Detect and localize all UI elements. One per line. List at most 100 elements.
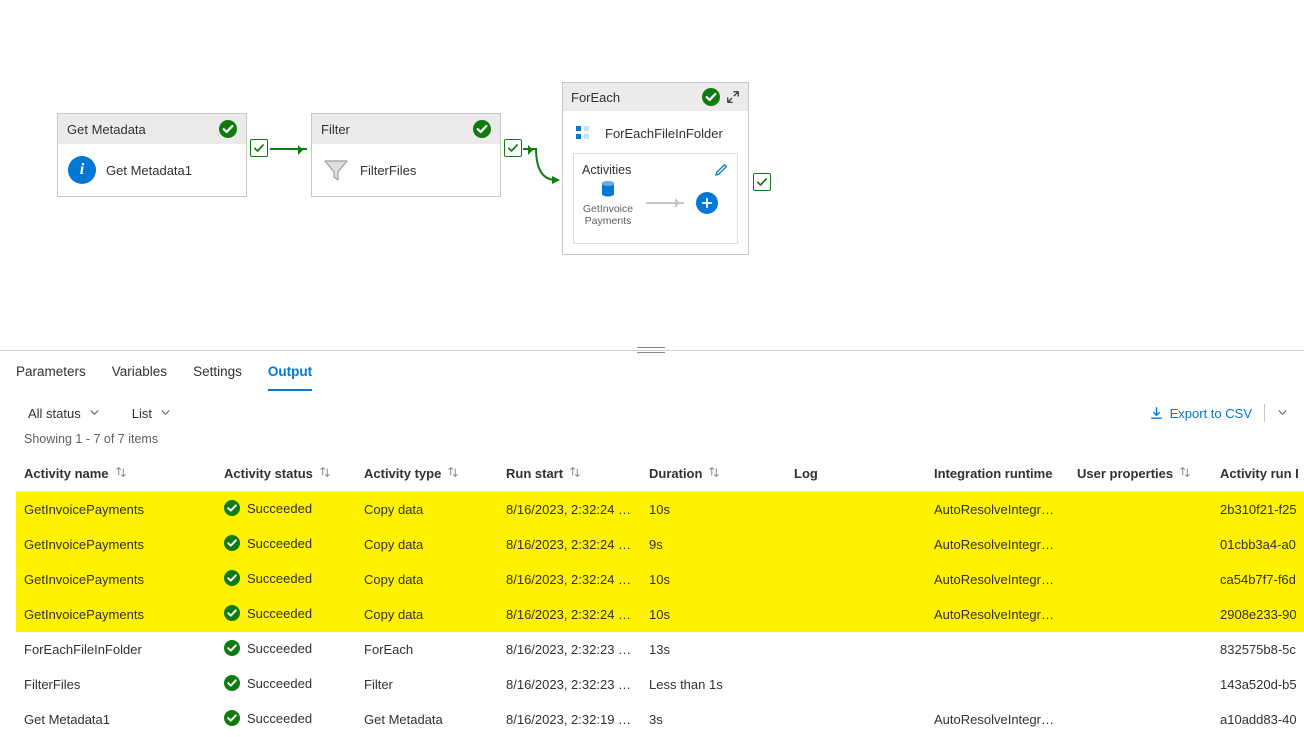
cell-activity-status: Succeeded <box>216 667 356 702</box>
success-icon <box>219 120 237 138</box>
tab-settings[interactable]: Settings <box>193 364 242 391</box>
export-csv-button[interactable]: Export to CSV <box>1149 406 1252 421</box>
activities-section-label: Activities <box>582 163 631 177</box>
column-activity-type[interactable]: Activity type <box>356 456 498 492</box>
cell-integration-runtime: AutoResolveIntegration <box>926 492 1069 528</box>
success-icon <box>224 675 240 691</box>
view-mode-label: List <box>132 406 152 421</box>
download-icon <box>1149 406 1164 421</box>
table-row[interactable]: GetInvoicePaymentsSucceededCopy data8/16… <box>16 527 1304 562</box>
cell-activity-name: GetInvoicePayments <box>16 527 216 562</box>
cell-user-properties <box>1069 597 1212 632</box>
column-duration[interactable]: Duration <box>641 456 786 492</box>
column-log[interactable]: Log <box>786 456 926 492</box>
view-mode-dropdown[interactable]: List <box>132 406 171 421</box>
inner-activity-label: GetInvoice Payments <box>582 203 634 227</box>
panel-resize-divider[interactable] <box>0 350 1304 351</box>
cell-activity-run-id: a10add83-40 <box>1212 702 1304 737</box>
cell-duration: 3s <box>641 702 786 737</box>
sort-icon <box>447 466 459 481</box>
cell-integration-runtime <box>926 632 1069 667</box>
cell-integration-runtime: AutoResolveIntegration <box>926 527 1069 562</box>
tab-variables[interactable]: Variables <box>112 364 167 391</box>
database-icon <box>598 179 618 199</box>
cell-log <box>786 667 926 702</box>
table-row[interactable]: GetInvoicePaymentsSucceededCopy data8/16… <box>16 562 1304 597</box>
connector-success-check[interactable] <box>504 139 522 157</box>
cell-activity-name: GetInvoicePayments <box>16 492 216 528</box>
table-row[interactable]: Get Metadata1SucceededGet Metadata8/16/2… <box>16 702 1304 737</box>
status-filter-dropdown[interactable]: All status <box>28 406 100 421</box>
cell-user-properties <box>1069 492 1212 528</box>
edit-icon[interactable] <box>714 162 729 180</box>
table-row[interactable]: GetInvoicePaymentsSucceededCopy data8/16… <box>16 597 1304 632</box>
success-icon <box>224 570 240 586</box>
cell-activity-type: Copy data <box>356 562 498 597</box>
sort-icon <box>708 466 720 481</box>
connector-success-check[interactable] <box>250 139 268 157</box>
connector-arrow <box>523 148 537 150</box>
cell-activity-name: ForEachFileInFolder <box>16 632 216 667</box>
cell-run-start: 8/16/2023, 2:32:23 PM <box>498 632 641 667</box>
cell-user-properties <box>1069 562 1212 597</box>
cell-log <box>786 527 926 562</box>
info-icon: i <box>68 156 96 184</box>
column-activity-status[interactable]: Activity status <box>216 456 356 492</box>
cell-activity-status: Succeeded <box>216 492 356 528</box>
activity-type-label: ForEach <box>571 90 620 105</box>
cell-activity-status: Succeeded <box>216 632 356 667</box>
cell-log <box>786 492 926 528</box>
cell-activity-run-id: 832575b8-5c <box>1212 632 1304 667</box>
cell-integration-runtime: AutoResolveIntegration <box>926 597 1069 632</box>
cell-duration: 10s <box>641 562 786 597</box>
cell-activity-run-id: ca54b7f7-f6d <box>1212 562 1304 597</box>
cell-duration: 13s <box>641 632 786 667</box>
cell-activity-run-id: 01cbb3a4-a0 <box>1212 527 1304 562</box>
bottom-panel-tabs: Parameters Variables Settings Output <box>0 351 1304 392</box>
table-row[interactable]: FilterFilesSucceededFilter8/16/2023, 2:3… <box>16 667 1304 702</box>
cell-activity-run-id: 2908e233-90 <box>1212 597 1304 632</box>
sort-icon <box>569 466 581 481</box>
cell-activity-type: Copy data <box>356 492 498 528</box>
export-label: Export to CSV <box>1170 406 1252 421</box>
cell-integration-runtime <box>926 667 1069 702</box>
cell-run-start: 8/16/2023, 2:32:24 PM <box>498 597 641 632</box>
cell-duration: 10s <box>641 597 786 632</box>
column-user-properties[interactable]: User properties <box>1069 456 1212 492</box>
cell-activity-name: FilterFiles <box>16 667 216 702</box>
activity-instance-label: ForEachFileInFolder <box>605 126 723 141</box>
chevron-down-icon[interactable] <box>1277 406 1288 421</box>
cell-user-properties <box>1069 527 1212 562</box>
activity-foreach[interactable]: ForEach ForEachFileInFolder Activities G… <box>562 82 749 255</box>
tab-parameters[interactable]: Parameters <box>16 364 86 391</box>
inner-activity-getinvoice[interactable]: GetInvoice Payments <box>582 179 634 227</box>
mini-arrow <box>646 202 684 204</box>
cell-activity-type: Copy data <box>356 527 498 562</box>
cell-log <box>786 632 926 667</box>
connector-success-check[interactable] <box>753 173 771 191</box>
success-icon <box>473 120 491 138</box>
column-activity-run-id[interactable]: Activity run I <box>1212 456 1304 492</box>
column-integration-runtime[interactable]: Integration runtime <box>926 456 1069 492</box>
table-row[interactable]: ForEachFileInFolderSucceededForEach8/16/… <box>16 632 1304 667</box>
drag-handle-icon[interactable] <box>637 346 667 354</box>
column-activity-name[interactable]: Activity name <box>16 456 216 492</box>
collapse-icon[interactable] <box>726 90 740 104</box>
cell-activity-name: Get Metadata1 <box>16 702 216 737</box>
cell-log <box>786 562 926 597</box>
cell-run-start: 8/16/2023, 2:32:24 PM <box>498 562 641 597</box>
cell-duration: Less than 1s <box>641 667 786 702</box>
activity-get-metadata[interactable]: Get Metadata i Get Metadata1 <box>57 113 247 197</box>
add-activity-button[interactable] <box>696 192 718 214</box>
foreach-icon <box>573 123 593 143</box>
cell-integration-runtime: AutoResolveIntegration <box>926 702 1069 737</box>
cell-activity-type: Copy data <box>356 597 498 632</box>
table-row[interactable]: GetInvoicePaymentsSucceededCopy data8/16… <box>16 492 1304 528</box>
cell-run-start: 8/16/2023, 2:32:19 PM <box>498 702 641 737</box>
status-filter-label: All status <box>28 406 81 421</box>
column-run-start[interactable]: Run start <box>498 456 641 492</box>
output-toolbar: All status List Export to CSV <box>0 392 1304 432</box>
tab-output[interactable]: Output <box>268 364 312 391</box>
pipeline-canvas[interactable]: Get Metadata i Get Metadata1 Filter Filt… <box>0 0 1304 350</box>
activity-filter[interactable]: Filter FilterFiles <box>311 113 501 197</box>
